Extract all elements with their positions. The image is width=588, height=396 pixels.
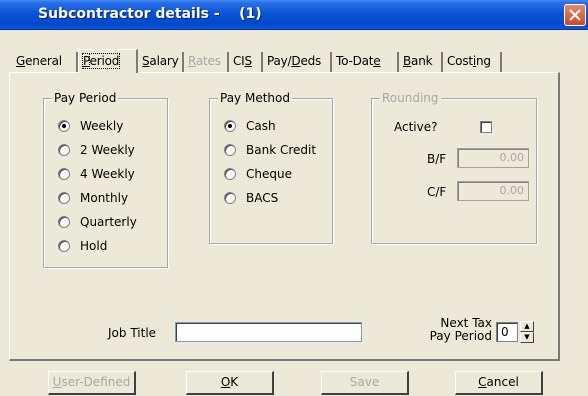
tab-bank-label: Bank — [403, 54, 433, 68]
pay-method-group: Pay Method Cash Bank Credit Cheque BACS — [209, 91, 333, 244]
pay-method-legend: Pay Method — [218, 91, 292, 105]
tab-to-date-label: To-Date — [336, 54, 381, 68]
cf-field[interactable]: 0.00 — [457, 181, 529, 201]
radio-bacs-indicator — [224, 192, 236, 204]
next-tax-label-line2: Pay Period — [429, 329, 492, 343]
tab-salary[interactable]: Salary — [138, 52, 184, 72]
user-defined-button[interactable]: User-Defined — [48, 371, 136, 395]
radio-cheque-indicator — [224, 168, 236, 180]
radio-4-weekly-label: 4 Weekly — [80, 167, 135, 181]
window-title: Subcontractor details - (1) — [38, 6, 262, 22]
rounding-legend: Rounding — [380, 91, 441, 105]
tab-cis[interactable]: CIS — [229, 52, 263, 72]
spin-down-button[interactable]: ▼ — [520, 332, 534, 343]
cf-label: C/F — [427, 185, 447, 199]
tab-salary-label: Salary — [142, 54, 179, 68]
save-button[interactable]: Save — [321, 371, 409, 395]
tab-general[interactable]: General — [12, 52, 78, 72]
close-icon — [569, 9, 581, 21]
job-title-field[interactable] — [175, 322, 362, 342]
next-tax-pay-period-label: Next Tax Pay Period — [422, 317, 492, 343]
radio-hold-label: Hold — [80, 239, 108, 253]
tab-rates-label: Rates — [188, 54, 221, 68]
title-bar: Subcontractor details - (1) — [0, 0, 588, 30]
tab-panel-period: Pay Period Weekly 2 Weekly 4 Weekly Mont… — [9, 72, 560, 361]
pay-period-legend: Pay Period — [52, 91, 119, 105]
tab-general-label: General — [16, 54, 62, 68]
cancel-button[interactable]: Cancel — [455, 371, 543, 395]
radio-4-weekly-indicator — [58, 168, 70, 180]
radio-bacs-label: BACS — [246, 191, 279, 205]
radio-weekly-label: Weekly — [80, 119, 124, 133]
radio-bank-credit-indicator — [224, 144, 236, 156]
tab-rates[interactable]: Rates — [184, 52, 229, 72]
radio-2-weekly-indicator — [58, 144, 70, 156]
pay-period-group: Pay Period Weekly 2 Weekly 4 Weekly Mont… — [43, 91, 168, 268]
job-title-label: Job Title — [108, 326, 157, 340]
next-tax-label-line1: Next Tax — [440, 316, 492, 330]
tab-period-label: Period — [81, 53, 121, 69]
ok-button[interactable]: OK — [186, 371, 274, 395]
radio-quarterly-label: Quarterly — [80, 215, 137, 229]
rounding-group: Rounding Active? B/F 0.00 C/F 0.00 — [371, 91, 537, 244]
tab-cis-label: CIS — [233, 54, 252, 68]
next-tax-pay-period-field[interactable]: 0 — [496, 322, 518, 342]
tab-bank[interactable]: Bank — [399, 52, 443, 72]
radio-2-weekly-label: 2 Weekly — [80, 143, 135, 157]
tab-to-date[interactable]: To-Date — [332, 52, 399, 72]
radio-quarterly-indicator — [58, 216, 70, 228]
active-checkbox[interactable] — [480, 121, 492, 133]
bf-label: B/F — [427, 152, 447, 166]
radio-cash-label: Cash — [246, 119, 276, 133]
tab-pay-deds-label: Pay/Deds — [267, 54, 322, 68]
bf-field[interactable]: 0.00 — [457, 148, 529, 168]
tab-period[interactable]: Period — [78, 49, 138, 73]
radio-weekly-indicator — [58, 120, 70, 132]
active-label: Active? — [394, 120, 438, 134]
tab-costing-label: Costing — [447, 54, 491, 68]
next-tax-spinner[interactable]: ▲ ▼ — [520, 321, 534, 343]
spin-up-button[interactable]: ▲ — [520, 321, 534, 332]
radio-monthly-label: Monthly — [80, 191, 129, 205]
radio-bank-credit-label: Bank Credit — [246, 143, 317, 157]
radio-monthly-indicator — [58, 192, 70, 204]
close-button[interactable] — [564, 4, 586, 26]
radio-hold-indicator — [58, 240, 70, 252]
tab-costing[interactable]: Costing — [443, 52, 502, 72]
radio-cheque-label: Cheque — [246, 167, 292, 181]
tab-pay-deds[interactable]: Pay/Deds — [263, 52, 332, 72]
radio-cash-indicator — [224, 120, 236, 132]
